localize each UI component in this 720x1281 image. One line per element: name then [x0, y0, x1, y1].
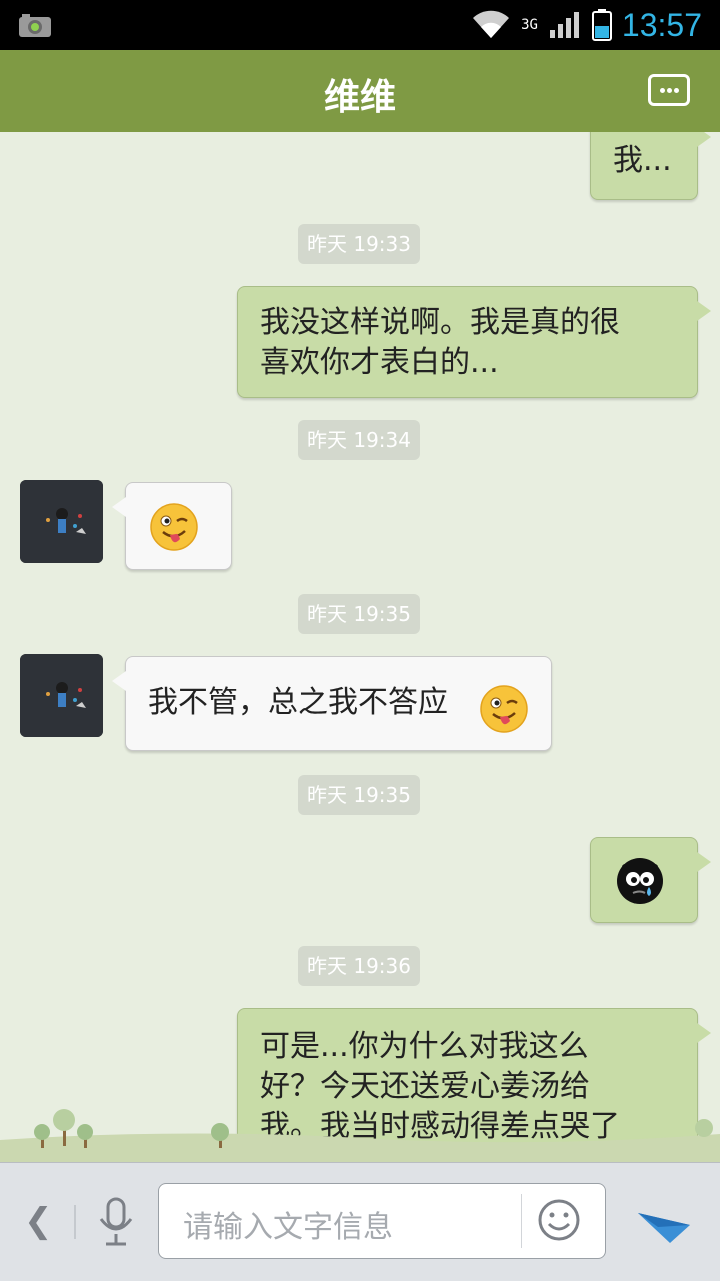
- timestamp: 昨天 19:36: [298, 946, 420, 986]
- message-text-line: 喜欢你才表白的...: [260, 345, 499, 380]
- send-icon[interactable]: [636, 1191, 692, 1247]
- network-type-label: 3G: [521, 17, 538, 33]
- tongue-wink-emoji-icon: [150, 503, 198, 551]
- timestamp: 昨天 19:35: [298, 775, 420, 815]
- timestamp: 昨天 19:35: [298, 594, 420, 634]
- message-text-line: 可是...你为什么对我这么: [260, 1029, 589, 1064]
- avatar-image: [20, 654, 103, 737]
- message-bubble-outgoing[interactable]: 我...: [590, 132, 711, 200]
- chat-area[interactable]: 我... 昨天 19:33 我没这样说啊。我是真的很 喜欢你才表白的... 昨天…: [0, 132, 720, 1162]
- timestamp: 昨天 19:34: [298, 420, 420, 460]
- message-bubble-outgoing[interactable]: [590, 837, 711, 923]
- message-text-line: 我没这样说啊。我是真的很: [260, 305, 620, 340]
- divider: [521, 1194, 522, 1248]
- more-options-button[interactable]: [648, 74, 690, 106]
- timestamp: 昨天 19:33: [298, 224, 420, 264]
- camera-notification-icon: [19, 14, 51, 37]
- message-input[interactable]: 请输入文字信息: [158, 1183, 606, 1259]
- microphone-icon[interactable]: [96, 1197, 136, 1247]
- back-arrow-icon[interactable]: ❮: [24, 1201, 53, 1241]
- message-input-placeholder: 请输入文字信息: [183, 1210, 393, 1245]
- chat-title: 维维: [323, 77, 396, 118]
- battery-icon: [591, 9, 612, 41]
- status-bar: 3G 13:57: [0, 0, 720, 50]
- contact-avatar[interactable]: [20, 654, 103, 737]
- tongue-wink-emoji-icon: [480, 685, 528, 733]
- input-bar: ❮ 请输入文字信息: [0, 1162, 720, 1281]
- contact-avatar[interactable]: [20, 480, 103, 563]
- crying-face-emoji-icon: [617, 858, 663, 904]
- message-bubble-incoming[interactable]: 我不管，总之我不答应: [112, 656, 552, 751]
- divider: [74, 1205, 76, 1239]
- background-scenery: [0, 1109, 720, 1162]
- status-time: 13:57: [621, 6, 702, 43]
- title-bar: 维维: [0, 50, 720, 138]
- wifi-icon: [473, 10, 510, 39]
- signal-icon: [549, 12, 579, 38]
- message-bubble-outgoing[interactable]: 我没这样说啊。我是真的很 喜欢你才表白的...: [237, 286, 711, 398]
- message-bubble-incoming[interactable]: [112, 482, 232, 570]
- avatar-image: [20, 480, 103, 563]
- emoji-picker-icon[interactable]: [537, 1198, 581, 1242]
- message-text: 我...: [613, 143, 672, 178]
- message-text: 我不管，总之我不答应: [148, 685, 448, 720]
